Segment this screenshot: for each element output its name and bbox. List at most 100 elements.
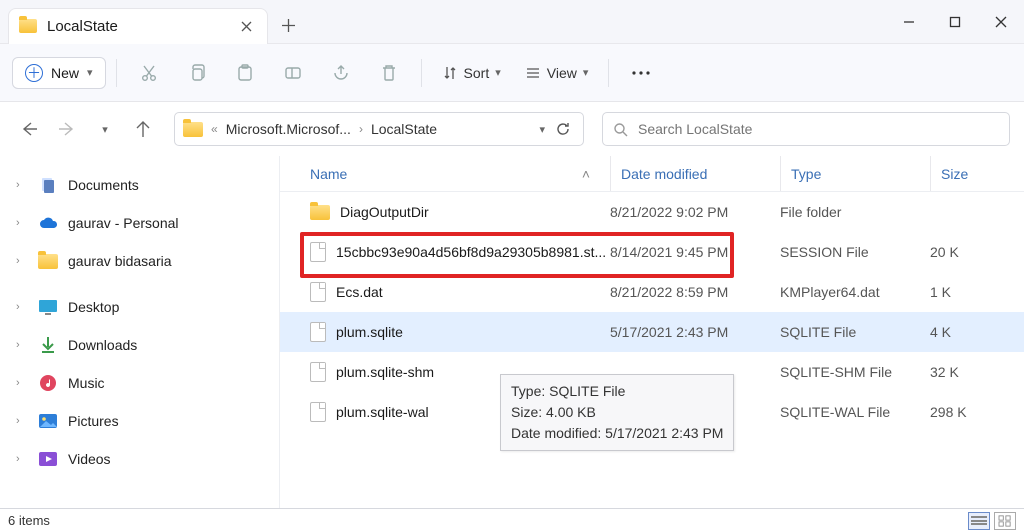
content-area: Name˄ Date modified Type Size DiagOutput…	[280, 156, 1024, 508]
sidebar-item-user-folder[interactable]: ›gaurav bidasaria	[0, 242, 279, 280]
sort-button[interactable]: Sort ▾	[432, 59, 511, 87]
sidebar-item-downloads[interactable]: › Downloads	[0, 326, 279, 364]
view-button[interactable]: View ▾	[515, 59, 599, 87]
folder-icon	[183, 122, 203, 137]
file-date: 8/21/2022 8:59 PM	[610, 284, 780, 300]
column-name[interactable]: Name˄	[310, 166, 610, 182]
address-bar[interactable]: « Microsoft.Microsof... › LocalState ▾	[174, 112, 584, 146]
cut-button[interactable]	[127, 55, 171, 91]
minimize-button[interactable]	[886, 2, 932, 42]
search-box[interactable]	[602, 112, 1010, 146]
file-icon	[310, 322, 326, 342]
sidebar-label: Desktop	[68, 299, 119, 315]
new-tab-button[interactable]	[268, 8, 308, 44]
chevron-right-icon: ›	[16, 301, 28, 313]
chevron-right-icon: ›	[16, 339, 28, 351]
close-tab-icon[interactable]	[237, 17, 255, 35]
plus-circle-icon: ＋	[25, 64, 43, 82]
sidebar-label: gaurav - Personal	[68, 215, 179, 231]
sidebar-item-videos[interactable]: ›Videos	[0, 440, 279, 478]
share-button[interactable]	[319, 55, 363, 91]
sidebar-label: Videos	[68, 451, 111, 467]
thumbnails-view-toggle[interactable]	[994, 512, 1016, 530]
file-icon	[310, 242, 326, 262]
sidebar-label: Documents	[68, 177, 139, 193]
file-icon	[310, 402, 326, 422]
file-name: DiagOutputDir	[340, 204, 429, 220]
more-button[interactable]	[619, 55, 663, 91]
desktop-icon	[38, 298, 58, 316]
view-icon	[525, 65, 541, 81]
chevron-down-icon[interactable]: ▾	[539, 123, 545, 136]
statusbar: 6 items	[0, 508, 1024, 532]
close-window-button[interactable]	[978, 2, 1024, 42]
file-size: 298 K	[930, 404, 1024, 420]
copy-button[interactable]	[175, 55, 219, 91]
file-tooltip: Type: SQLITE File Size: 4.00 KB Date mod…	[500, 374, 734, 451]
file-type: SQLITE File	[780, 324, 930, 340]
new-button[interactable]: ＋ New ▾	[12, 57, 106, 89]
file-type: SQLITE-SHM File	[780, 364, 930, 380]
column-size[interactable]: Size	[930, 156, 1024, 191]
navigation-row: ▾ « Microsoft.Microsof... › LocalState ▾	[0, 102, 1024, 156]
documents-icon	[38, 176, 58, 194]
window-controls	[886, 2, 1024, 42]
refresh-button[interactable]	[551, 117, 575, 141]
file-name: 15cbbc93e90a4d56bf8d9a29305b8981.st...	[336, 244, 606, 260]
file-name: Ecs.dat	[336, 284, 383, 300]
chevron-left-icon[interactable]: «	[209, 122, 220, 136]
column-headers: Name˄ Date modified Type Size	[280, 156, 1024, 192]
sidebar-item-pictures[interactable]: ›Pictures	[0, 402, 279, 440]
column-date[interactable]: Date modified	[610, 156, 780, 191]
folder-icon	[310, 205, 330, 220]
file-size: 32 K	[930, 364, 1024, 380]
tooltip-date: Date modified: 5/17/2021 2:43 PM	[511, 423, 723, 444]
file-icon	[310, 362, 326, 382]
sidebar-item-onedrive-personal[interactable]: ›gaurav - Personal	[0, 204, 279, 242]
sort-label: Sort	[464, 65, 490, 81]
back-button[interactable]	[14, 114, 44, 144]
forward-button[interactable]	[52, 114, 82, 144]
file-date: 5/17/2021 2:43 PM	[610, 324, 780, 340]
file-icon	[310, 282, 326, 302]
sidebar-item-desktop[interactable]: › Desktop	[0, 288, 279, 326]
sidebar-item-music[interactable]: ›Music	[0, 364, 279, 402]
pictures-icon	[38, 412, 58, 430]
tooltip-type: Type: SQLITE File	[511, 381, 723, 402]
rename-button[interactable]	[271, 55, 315, 91]
folder-icon	[19, 19, 37, 33]
sidebar-label: Downloads	[68, 337, 137, 353]
file-row[interactable]: Ecs.dat8/21/2022 8:59 PMKMPlayer64.dat1 …	[280, 272, 1024, 312]
download-icon	[38, 336, 58, 354]
separator	[116, 59, 117, 87]
search-icon	[613, 122, 628, 137]
file-row[interactable]: 15cbbc93e90a4d56bf8d9a29305b8981.st...8/…	[280, 232, 1024, 272]
search-input[interactable]	[638, 121, 999, 137]
folder-icon	[38, 252, 58, 270]
recent-dropdown[interactable]: ▾	[90, 114, 120, 144]
delete-button[interactable]	[367, 55, 411, 91]
tab-localstate[interactable]: LocalState	[8, 8, 268, 44]
file-row[interactable]: DiagOutputDir8/21/2022 9:02 PMFile folde…	[280, 192, 1024, 232]
paste-button[interactable]	[223, 55, 267, 91]
column-type[interactable]: Type	[780, 156, 930, 191]
cloud-icon	[38, 214, 58, 232]
file-type: File folder	[780, 204, 930, 220]
breadcrumb-seg2[interactable]: LocalState	[371, 121, 437, 137]
file-row[interactable]: plum.sqlite5/17/2021 2:43 PMSQLITE File4…	[280, 312, 1024, 352]
titlebar: LocalState	[0, 0, 1024, 44]
sidebar: ›Documents ›gaurav - Personal ›gaurav bi…	[0, 156, 280, 508]
sidebar-label: Pictures	[68, 413, 119, 429]
details-view-toggle[interactable]	[968, 512, 990, 530]
file-type: KMPlayer64.dat	[780, 284, 930, 300]
maximize-button[interactable]	[932, 2, 978, 42]
tab-label: LocalState	[47, 18, 237, 35]
item-count-label: 6 items	[8, 513, 50, 528]
file-type: SESSION File	[780, 244, 930, 260]
up-button[interactable]	[128, 114, 158, 144]
sidebar-item-documents[interactable]: ›Documents	[0, 166, 279, 204]
file-date: 8/14/2021 9:45 PM	[610, 244, 780, 260]
file-type: SQLITE-WAL File	[780, 404, 930, 420]
breadcrumb-seg1[interactable]: Microsoft.Microsof...	[226, 121, 351, 137]
sidebar-label: gaurav bidasaria	[68, 253, 172, 269]
